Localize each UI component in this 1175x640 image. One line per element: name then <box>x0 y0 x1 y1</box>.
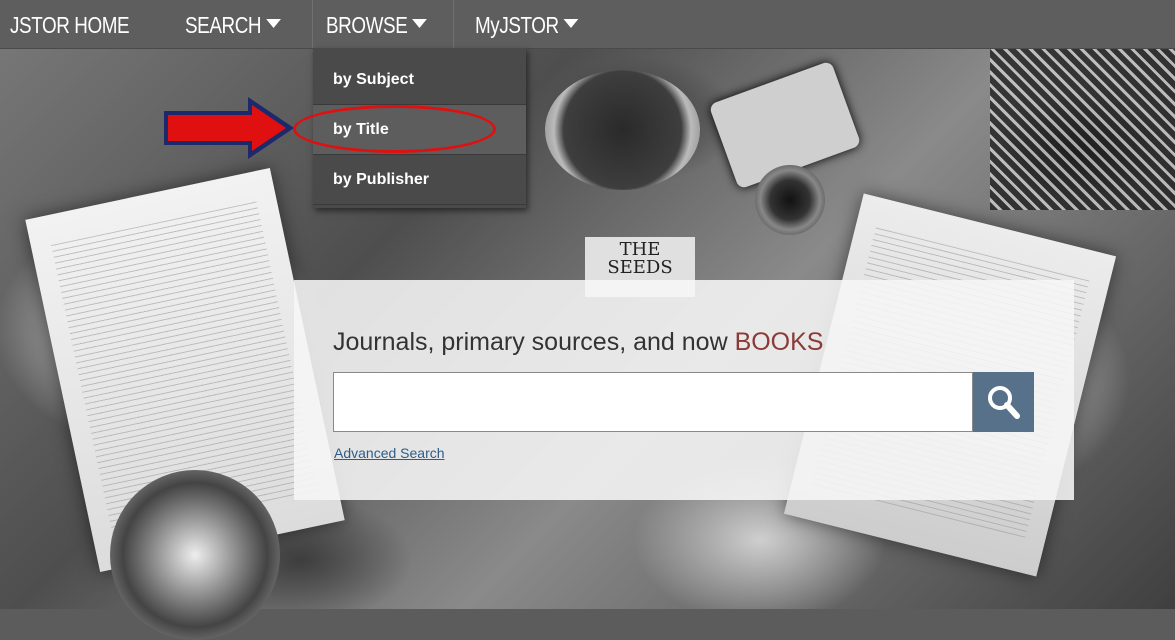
headline-text: Journals, primary sources, and now <box>333 328 735 356</box>
book-title: THE SEEDS <box>607 239 673 278</box>
nav-jstor-home[interactable]: JSTOR HOME <box>10 0 130 48</box>
ornate-frame-image <box>990 40 1175 210</box>
film-reel-image <box>110 470 280 640</box>
nav-jstor-home-label: JSTOR HOME <box>10 12 130 38</box>
menu-item-label: by Publisher <box>333 171 430 188</box>
menu-item-by-subject[interactable]: by Subject <box>313 55 526 105</box>
nav-divider <box>312 0 313 48</box>
nav-browse-label: BROWSE <box>326 12 408 38</box>
nav-myjstor[interactable]: MyJSTOR <box>475 0 579 48</box>
search-headline: Journals, primary sources, and now BOOKS <box>333 328 823 357</box>
menu-item-label: by Subject <box>333 71 414 88</box>
search-button[interactable] <box>973 372 1034 432</box>
headline-accent: BOOKS <box>734 328 824 356</box>
search-icon <box>988 386 1020 419</box>
search-input[interactable] <box>333 372 973 432</box>
annotation-arrow-icon <box>164 97 294 159</box>
advanced-search-link[interactable]: Advanced Search <box>334 445 445 461</box>
search-panel: Journals, primary sources, and now BOOKS… <box>294 280 1074 500</box>
annotation-circle <box>293 105 496 153</box>
nav-search-label: SEARCH <box>185 12 262 38</box>
menu-item-by-publisher[interactable]: by Publisher <box>313 155 526 205</box>
pencil-cup-image <box>545 70 700 190</box>
nav-browse[interactable]: BROWSE <box>326 0 428 48</box>
camera-lens-image <box>755 165 825 235</box>
nav-divider <box>453 0 454 48</box>
top-nav: JSTOR HOME SEARCH BROWSE MyJSTOR <box>0 0 1175 49</box>
nav-search[interactable]: SEARCH <box>185 0 281 48</box>
nav-myjstor-label: MyJSTOR <box>475 12 559 38</box>
caret-down-icon <box>563 19 579 28</box>
caret-down-icon <box>266 19 281 28</box>
caret-down-icon <box>412 19 428 28</box>
